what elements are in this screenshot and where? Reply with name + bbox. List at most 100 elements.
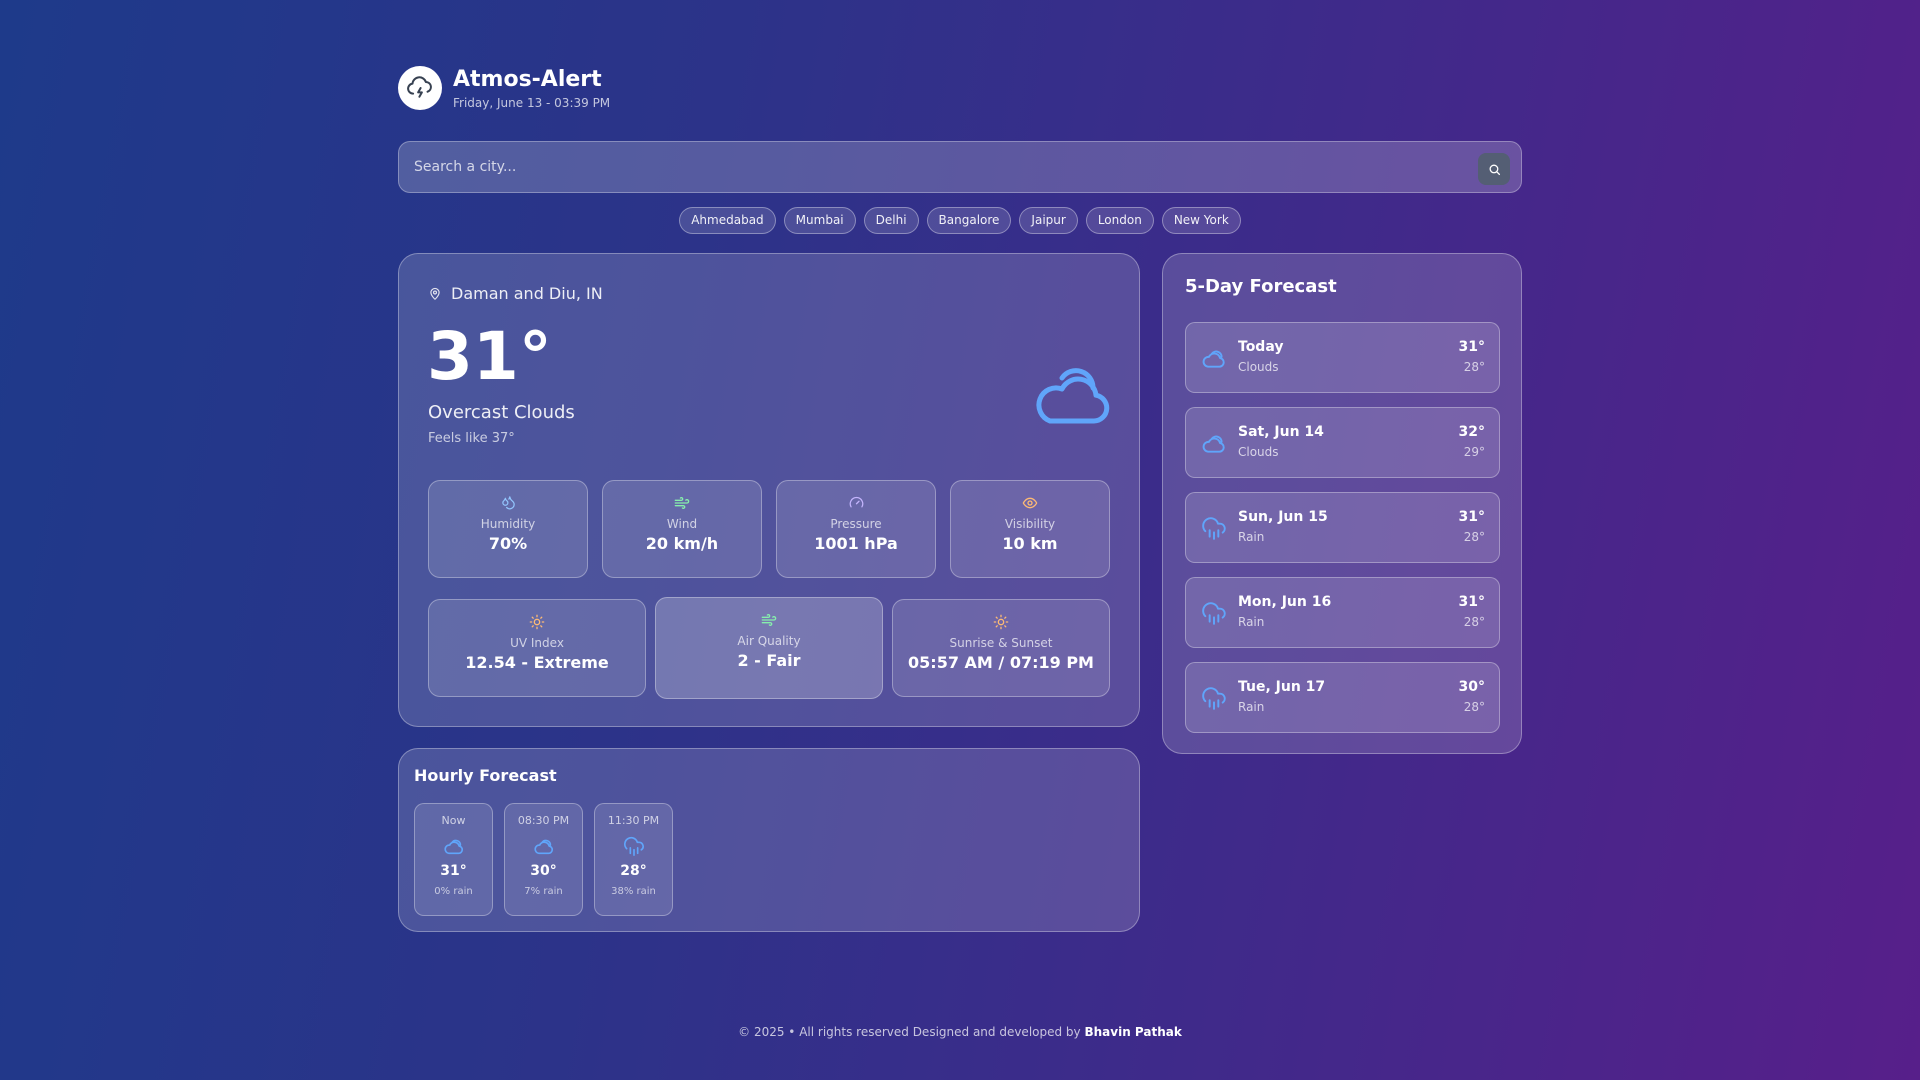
hourly-card[interactable]: 08:30 PM 30° 7% rain [504, 803, 583, 916]
forecast-day-condition: Rain [1238, 530, 1265, 544]
visibility-label: Visibility [1004, 517, 1056, 531]
forecast-day-name: Mon, Jun 16 [1238, 594, 1332, 610]
hourly-time: 11:30 PM [607, 814, 660, 827]
forecast-day-high: 30° [1458, 679, 1485, 695]
eye-icon [1022, 497, 1038, 509]
forecast-day-condition: Clouds [1238, 360, 1279, 374]
forecast-day-high: 32° [1458, 424, 1485, 440]
humidity-label: Humidity [480, 517, 536, 531]
air-quality-label: Air Quality [737, 634, 801, 648]
current-weather-panel: Daman and Diu, IN 31° Overcast Clouds Fe… [398, 253, 1140, 727]
wind-label: Wind [666, 517, 698, 531]
rain-cloud-icon [1202, 602, 1226, 625]
map-pin-icon [430, 287, 440, 300]
page-footer: © 2025 • All rights reserved Designed an… [0, 1025, 1920, 1039]
gauge-icon [849, 496, 863, 508]
hourly-card[interactable]: Now 31° 0% rain [414, 803, 493, 916]
rain-cloud-icon [1202, 687, 1226, 710]
hourly-temp: 31° [440, 863, 467, 879]
uv-index-value: 12.54 - Extreme [465, 653, 609, 672]
wind-icon [674, 497, 690, 509]
hourly-rain-chance: 7% rain [524, 886, 563, 897]
pressure-label: Pressure [830, 517, 882, 531]
current-temperature: 31° [427, 318, 552, 395]
hourly-card[interactable]: 11:30 PM 28° 38% rain [594, 803, 673, 916]
city-chip-new-york[interactable]: New York [1161, 207, 1241, 234]
forecast-day-high: 31° [1458, 594, 1485, 610]
forecast-day-name: Today [1238, 339, 1284, 355]
sunrise-sunset-label: Sunrise & Sunset [949, 636, 1053, 650]
sunrise-sunset-card: Sunrise & Sunset 05:57 AM / 07:19 PM [892, 599, 1110, 697]
cloud-icon [443, 839, 463, 855]
forecast-day-row[interactable]: Today Clouds 31° 28° [1185, 322, 1500, 393]
droplets-icon [501, 496, 515, 510]
forecast-day-row[interactable]: Sat, Jun 14 Clouds 32° 29° [1185, 407, 1500, 478]
air-quality-value: 2 - Fair [737, 651, 801, 670]
forecast-day-name: Sun, Jun 15 [1238, 509, 1328, 525]
humidity-value: 70% [488, 534, 528, 553]
hourly-temp: 30° [530, 863, 557, 879]
feels-like: Feels like 37° [428, 431, 515, 446]
city-chip-mumbai[interactable]: Mumbai [783, 207, 856, 234]
forecast-day-row[interactable]: Mon, Jun 16 Rain 31° 28° [1185, 577, 1500, 648]
humidity-card: Humidity 70% [428, 480, 588, 578]
search-bar [398, 141, 1522, 193]
forecast-day-high: 31° [1458, 509, 1485, 525]
pressure-card: Pressure 1001 hPa [776, 480, 936, 578]
forecast-day-low: 28° [1463, 360, 1485, 374]
city-chip-delhi[interactable]: Delhi [863, 207, 919, 234]
city-search-input[interactable] [399, 142, 1459, 192]
city-chip-bangalore[interactable]: Bangalore [926, 207, 1012, 234]
forecast-day-low: 28° [1463, 530, 1485, 544]
rain-cloud-icon [623, 836, 644, 856]
cloud-icon [533, 839, 553, 855]
hourly-title: Hourly Forecast [414, 766, 557, 785]
city-chip-london[interactable]: London [1085, 207, 1154, 234]
footer-text: © 2025 • All rights reserved Designed an… [738, 1025, 1081, 1039]
search-icon [1489, 164, 1500, 175]
current-datetime: Friday, June 13 - 03:39 PM [453, 95, 611, 110]
forecast-day-condition: Rain [1238, 615, 1265, 629]
forecast-day-low: 29° [1463, 445, 1485, 459]
cloud-icon [1202, 350, 1225, 368]
app-title: Atmos-Alert [453, 66, 602, 92]
visibility-card: Visibility 10 km [950, 480, 1110, 578]
wind-icon [761, 614, 777, 626]
sun-icon [993, 614, 1009, 630]
sun-icon [529, 614, 545, 630]
forecast-day-row[interactable]: Tue, Jun 17 Rain 30° 28° [1185, 662, 1500, 733]
air-quality-card[interactable]: Air Quality 2 - Fair [655, 597, 883, 699]
forecast-title: 5-Day Forecast [1185, 276, 1337, 297]
sunrise-sunset-value: 05:57 AM / 07:19 PM [908, 653, 1094, 672]
storm-cloud-logo-icon [398, 66, 442, 110]
hourly-forecast-panel: Hourly Forecast Now 31° 0% rain 08:30 PM… [398, 748, 1140, 932]
hourly-temp: 28° [620, 863, 647, 879]
city-chip-jaipur[interactable]: Jaipur [1019, 207, 1078, 234]
forecast-day-low: 28° [1463, 700, 1485, 714]
uv-index-card: UV Index 12.54 - Extreme [428, 599, 646, 697]
location-row: Daman and Diu, IN [428, 284, 603, 303]
hourly-rain-chance: 38% rain [611, 886, 656, 897]
wind-value: 20 km/h [645, 534, 719, 553]
location-name: Daman and Diu, IN [451, 284, 603, 303]
forecast-day-low: 28° [1463, 615, 1485, 629]
forecast-day-condition: Clouds [1238, 445, 1279, 459]
rain-cloud-icon [1202, 517, 1226, 540]
quick-city-list: Ahmedabad Mumbai Delhi Bangalore Jaipur … [398, 207, 1522, 234]
cloud-icon [1202, 435, 1225, 453]
hourly-time: Now [441, 814, 466, 827]
city-chip-ahmedabad[interactable]: Ahmedabad [679, 207, 776, 234]
wind-card: Wind 20 km/h [602, 480, 762, 578]
forecast-day-condition: Rain [1238, 700, 1265, 714]
forecast-day-row[interactable]: Sun, Jun 15 Rain 31° 28° [1185, 492, 1500, 563]
pressure-value: 1001 hPa [814, 534, 898, 553]
forecast-day-name: Sat, Jun 14 [1238, 424, 1324, 440]
hourly-rain-chance: 0% rain [434, 886, 473, 897]
current-condition: Overcast Clouds [428, 402, 575, 423]
uv-index-label: UV Index [510, 636, 564, 650]
search-button[interactable] [1478, 153, 1510, 185]
overcast-cloud-icon [1028, 351, 1110, 431]
five-day-forecast-panel: 5-Day Forecast Today Clouds 31° 28° Sat,… [1162, 253, 1522, 754]
footer-author-link[interactable]: Bhavin Pathak [1084, 1025, 1181, 1039]
forecast-day-high: 31° [1458, 339, 1485, 355]
